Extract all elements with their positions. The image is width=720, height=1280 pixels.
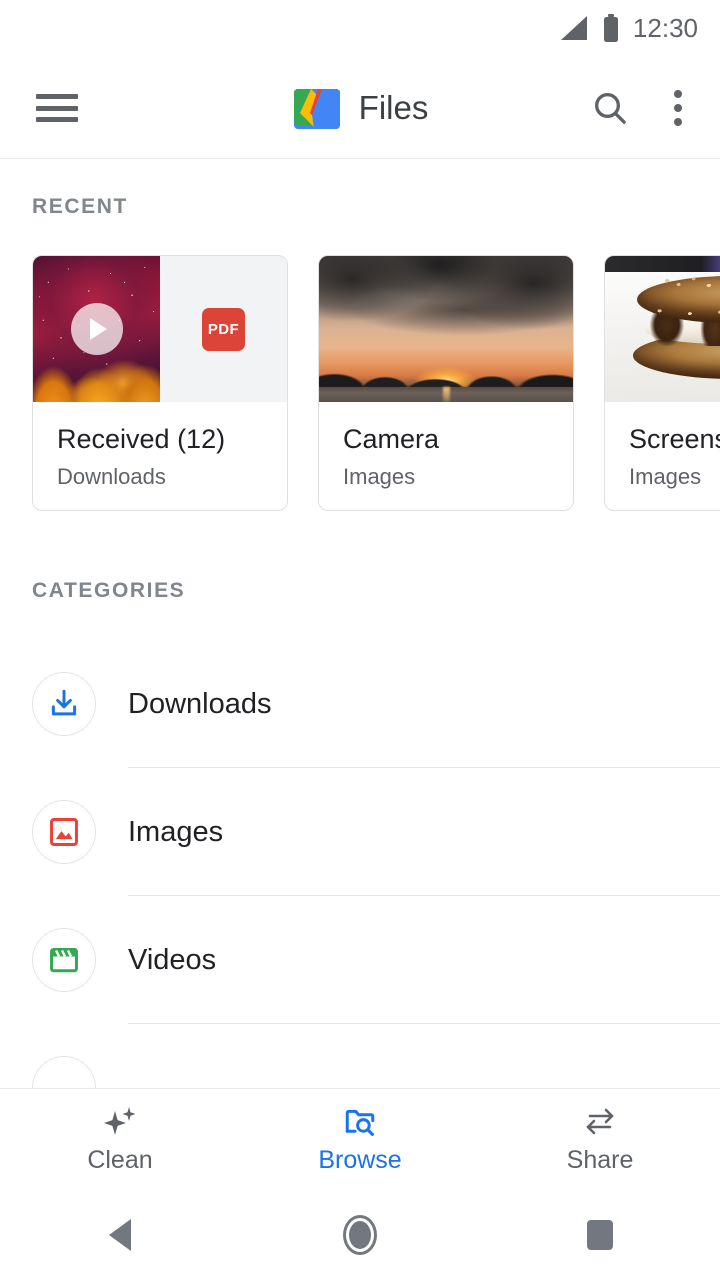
- card-title: Received (12): [57, 424, 263, 455]
- hamburger-menu-icon[interactable]: [36, 94, 78, 122]
- search-icon[interactable]: [586, 84, 634, 132]
- share-arrows-icon: [581, 1105, 619, 1139]
- files-app-screen: 12:30 Files: [0, 0, 720, 1280]
- signal-icon: [559, 14, 589, 42]
- galaxy-night-sky-video-thumbnail: [33, 256, 160, 402]
- card-subtitle: Images: [343, 464, 549, 490]
- card-subtitle: Downloads: [57, 464, 263, 490]
- sunset-photo-thumbnail: [319, 256, 573, 402]
- nav-label: Share: [567, 1146, 634, 1175]
- pdf-icon: PDF: [202, 308, 245, 351]
- files-app-logo: [292, 83, 342, 133]
- recent-files-strip[interactable]: PDF Received (12) Downloads: [32, 255, 720, 511]
- nav-tab-browse[interactable]: Browse: [240, 1089, 480, 1190]
- nav-tab-share[interactable]: Share: [480, 1089, 720, 1190]
- card-meta: Camera Images: [319, 402, 573, 490]
- nav-tab-clean[interactable]: Clean: [0, 1089, 240, 1190]
- bottom-navigation-bar: Clean Browse S: [0, 1088, 720, 1190]
- status-icons: 12:30: [559, 13, 698, 44]
- category-row-downloads[interactable]: Downloads: [0, 640, 720, 768]
- card-title: Camera: [343, 424, 549, 455]
- sparkle-icon: [102, 1105, 138, 1139]
- status-bar: 12:30: [0, 0, 720, 56]
- categories-section-label: CATEGORIES: [32, 579, 185, 603]
- recent-card-camera[interactable]: Camera Images: [318, 255, 574, 511]
- download-icon: [32, 672, 96, 736]
- image-icon: [32, 800, 96, 864]
- card-thumbnail: [605, 256, 720, 402]
- card-thumbnail: [319, 256, 573, 402]
- play-icon: [71, 303, 123, 355]
- category-row-videos[interactable]: Videos: [0, 896, 720, 1024]
- card-meta: Screenshots Images: [605, 402, 720, 490]
- battery-icon: [603, 14, 619, 43]
- donut-photo-thumbnail: [605, 256, 720, 402]
- category-label: Videos: [128, 944, 216, 977]
- folder-search-icon: [342, 1105, 378, 1139]
- app-bar-actions: [586, 56, 696, 159]
- category-label: Downloads: [128, 688, 271, 721]
- recent-section-label: RECENT: [32, 195, 128, 219]
- nav-label: Browse: [318, 1146, 401, 1175]
- android-system-nav-bar: [0, 1190, 720, 1280]
- nav-label: Clean: [87, 1146, 152, 1175]
- status-bar-clock: 12:30: [633, 13, 698, 44]
- video-icon: [32, 928, 96, 992]
- category-label: Images: [128, 816, 223, 849]
- more-options-icon[interactable]: [660, 90, 696, 126]
- app-bar: Files: [0, 56, 720, 159]
- recent-card-received[interactable]: PDF Received (12) Downloads: [32, 255, 288, 511]
- card-thumbnail: PDF: [33, 256, 287, 402]
- pdf-thumbnail-pane: PDF: [160, 256, 287, 402]
- recent-card-screenshots[interactable]: Screenshots Images: [604, 255, 720, 511]
- card-meta: Received (12) Downloads: [33, 402, 287, 490]
- back-button[interactable]: [0, 1219, 240, 1251]
- app-title: Files: [359, 89, 429, 127]
- card-subtitle: Images: [629, 464, 720, 490]
- categories-list: Downloads Images Videos: [0, 640, 720, 1152]
- home-button[interactable]: [240, 1215, 480, 1255]
- category-row-images[interactable]: Images: [0, 768, 720, 896]
- recents-button[interactable]: [480, 1220, 720, 1250]
- card-title: Screenshots: [629, 424, 720, 455]
